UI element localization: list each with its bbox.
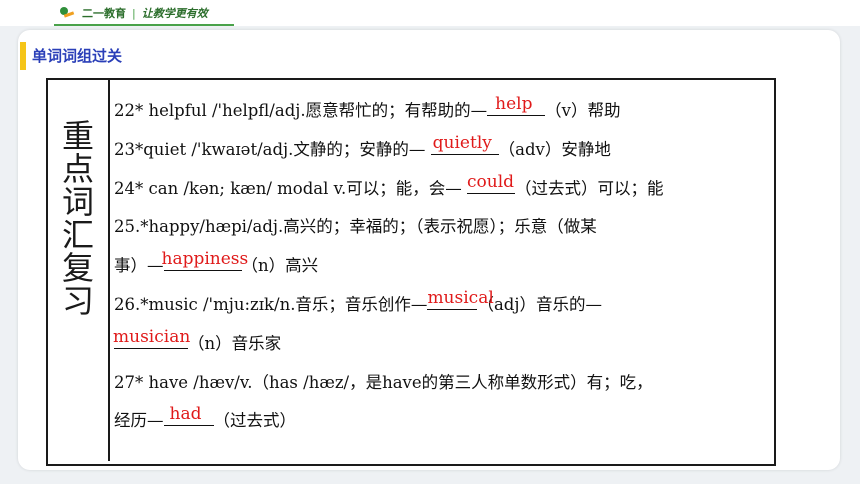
entry-text: （adv）安静地 (498, 139, 611, 159)
brand-separator: | (132, 6, 136, 20)
answer-blank: happiness (162, 250, 248, 272)
side-title-char: 习 (61, 282, 94, 320)
answer-text: quietly (432, 132, 492, 153)
entry-text: （n）音乐家 (188, 333, 282, 353)
entry-text: （过去式）可以；能 (515, 178, 664, 198)
entry-text: 23*quiet /'kwaɪət/adj.文静的；安静的— (114, 139, 431, 159)
answer-blank: could (467, 171, 515, 194)
side-title-char: 汇 (61, 216, 94, 254)
entry-happy: 25.*happy/hæpi/adj.高兴的；幸福的；（表示祝愿）；乐意（做某 (114, 212, 772, 251)
vocabulary-content: 22* helpful /'helpfl/adj.愿意帮忙的；有帮助的— help… (113, 94, 772, 445)
entry-text: （v）帮助 (545, 101, 621, 120)
brand-slogan: 让教学更有效 (141, 7, 208, 20)
side-title: 重 点 词 汇 复 习 (57, 120, 99, 318)
answer-text: had (169, 404, 202, 425)
answer-text: help (495, 94, 533, 114)
side-title-char: 复 (61, 249, 94, 287)
entry-musician: musician （n）音乐家 (113, 326, 772, 368)
entry-text: 经历— (114, 411, 164, 431)
answer-blank: musician (113, 326, 191, 349)
entry-text: （过去式） (213, 411, 297, 431)
entry-text: 25.*happy/hæpi/adj.高兴的；幸福的；（表示祝愿）；乐意（做某 (114, 217, 597, 237)
entry-happy-cont: 事）— happiness （n）高兴 (114, 250, 772, 290)
header-underline (54, 24, 234, 26)
answer-blank: musical (427, 289, 494, 310)
answer-blank: had (163, 404, 214, 427)
top-bar: 二一教育 | 让教学更有效 (0, 0, 860, 26)
entry-can: 24* can /kən; kæn/ modal v.可以；能，会— could… (114, 171, 772, 213)
entry-have: 27* have /hæv/v.（has /hæz/，是have的第三人称单数形… (114, 368, 772, 407)
entry-quiet: 23*quiet /'kwaɪət/adj.文静的；安静的— quietly （a… (114, 132, 772, 174)
answer-text: musical (427, 287, 494, 308)
entry-text: （n）高兴 (241, 256, 319, 276)
entry-text: 24* can /kən; kæn/ modal v.可以；能，会— (114, 178, 467, 198)
brand-logo-icon (58, 6, 76, 20)
entry-helpful: 22* helpful /'helpfl/adj.愿意帮忙的；有帮助的— help… (114, 94, 772, 135)
brand: 二一教育 | 让教学更有效 (58, 5, 208, 21)
section-title: 单词词组过关 (32, 47, 123, 65)
table-divider (108, 78, 110, 461)
side-title-char: 词 (61, 183, 94, 221)
answer-text: could (467, 171, 515, 192)
entry-text: 事）— (114, 256, 164, 276)
section-accent-bar (20, 42, 26, 70)
side-title-char: 点 (61, 150, 94, 188)
answer-text: musician (113, 326, 191, 347)
entry-music: 26.*music /'mju:zɪk/n.音乐；音乐创作— musical （ad… (114, 289, 772, 329)
answer-text: happiness (161, 249, 249, 270)
entry-text: 27* have /hæv/v.（has /hæz/，是have的第三人称单数形… (114, 372, 653, 392)
answer-blank: quietly (430, 132, 499, 155)
brand-name: 二一教育 (82, 7, 126, 20)
answer-blank: help (487, 94, 546, 116)
entry-text: 22* helpful /'helpfl/adj.愿意帮忙的；有帮助的— (114, 101, 488, 120)
entry-text: （adj）音乐的— (477, 294, 602, 314)
entry-have-cont: 经历— had （过去式） (114, 404, 772, 445)
entry-text: 26.*music /'mju:zɪk/n.音乐；音乐创作— (114, 294, 428, 314)
side-title-char: 重 (61, 117, 94, 155)
